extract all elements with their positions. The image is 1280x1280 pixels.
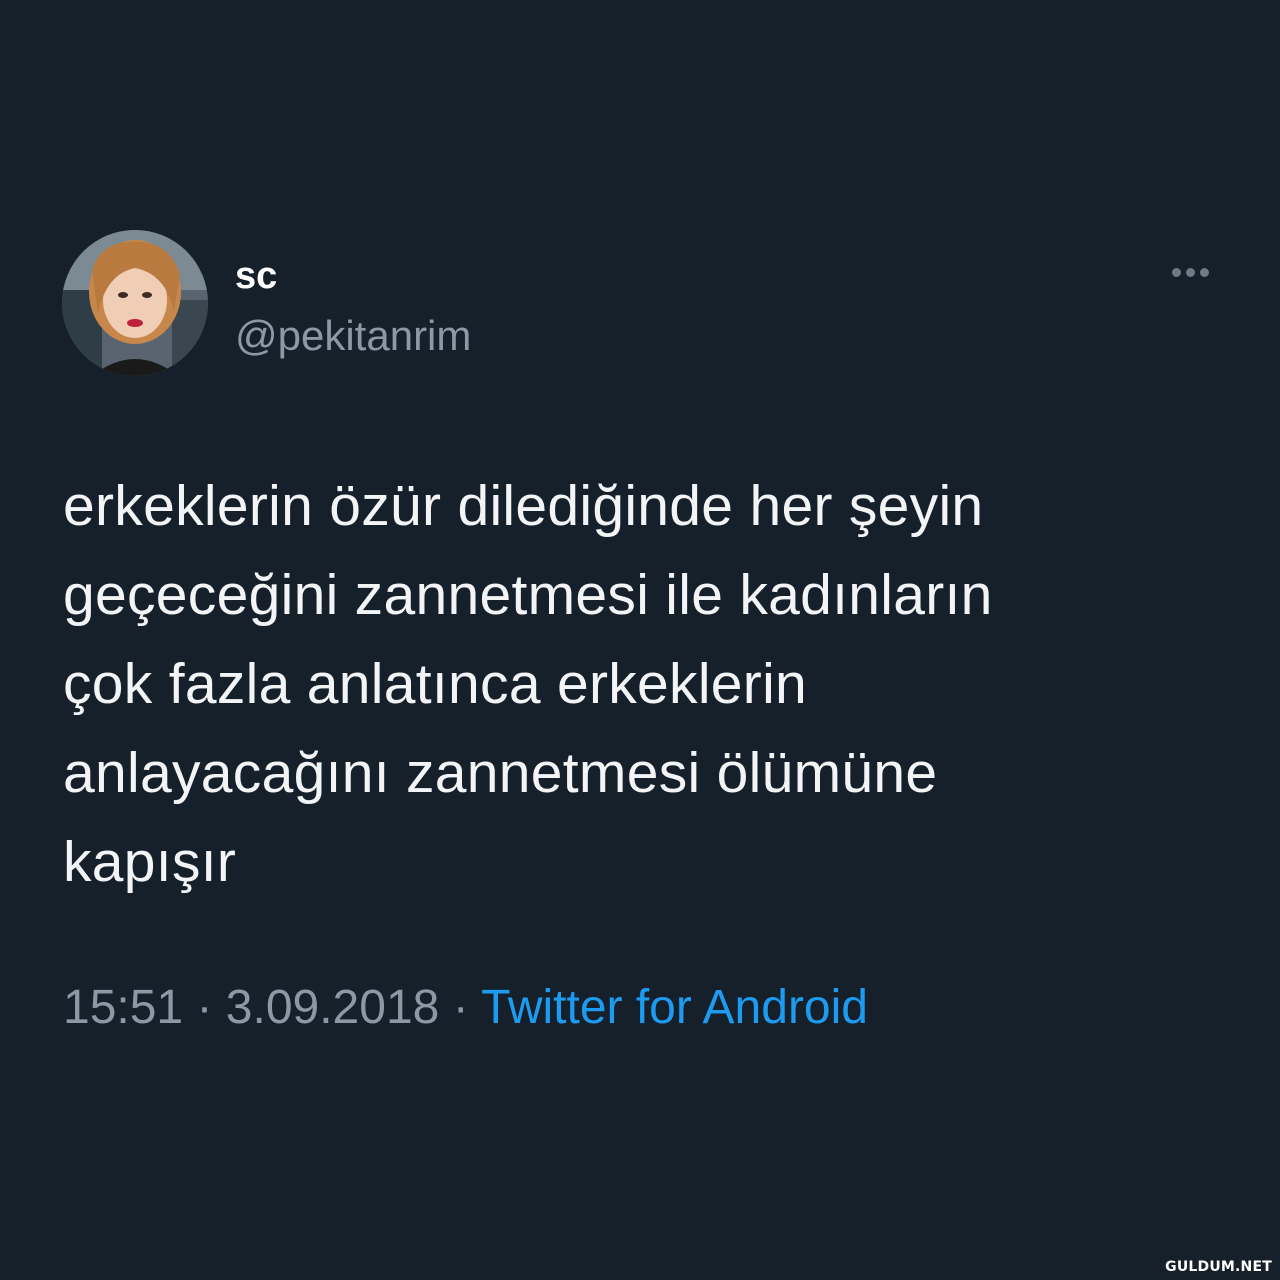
tweet-text-line: erkeklerin özür dilediğinde her şeyin <box>63 474 984 538</box>
tweet-source-link[interactable]: Twitter for Android <box>481 981 868 1034</box>
more-horizontal-icon <box>1185 267 1195 277</box>
tweet-screenshot: sc @pekitanrim erkeklerin özür dilediğin… <box>0 0 1280 1280</box>
meta-separator: · <box>196 981 213 1034</box>
tweet-text-line: kapışır <box>63 830 237 894</box>
watermark: GULDUM.NET <box>1165 1259 1272 1275</box>
tweet-date[interactable]: 3.09.2018 <box>226 981 440 1034</box>
tweet-text: erkeklerin özür dilediğinde her şeyin ge… <box>63 462 1213 907</box>
tweet-text-line: anlayacağını zannetmesi ölümüne <box>63 741 938 805</box>
display-name[interactable]: sc <box>235 254 277 298</box>
meta-separator: · <box>452 981 469 1034</box>
profile-photo-icon <box>62 230 208 376</box>
user-handle[interactable]: @pekitanrim <box>235 312 471 360</box>
tweet-text-line: geçeceğini zannetmesi ile kadınların <box>63 563 993 627</box>
tweet-text-line: çok fazla anlatınca erkeklerin <box>63 652 808 716</box>
tweet-meta: 15:51 · 3.09.2018 · Twitter for Android <box>63 980 868 1036</box>
avatar[interactable] <box>62 230 208 376</box>
more-options-button[interactable] <box>1162 252 1218 292</box>
tweet-time[interactable]: 15:51 <box>63 981 183 1034</box>
more-horizontal-icon <box>1171 267 1181 277</box>
more-horizontal-icon <box>1199 267 1209 277</box>
